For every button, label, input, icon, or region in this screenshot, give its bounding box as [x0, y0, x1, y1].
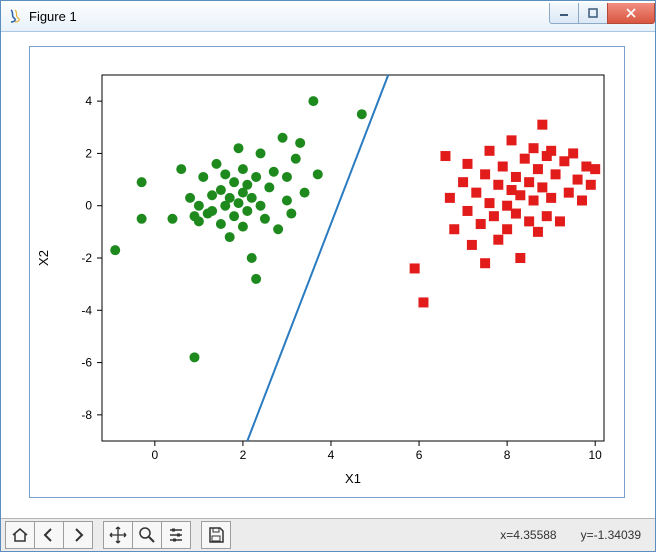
coord-x: x=4.35588: [500, 528, 556, 542]
titlebar: Figure 1: [1, 1, 655, 32]
svg-text:8: 8: [504, 448, 511, 462]
svg-text:-8: -8: [81, 408, 92, 422]
svg-text:2: 2: [240, 448, 247, 462]
svg-text:4: 4: [85, 94, 92, 108]
plot-frame: 0 2 4 6 8 10 -8 -6 -4 -2 0 2 4 X1 X2: [29, 46, 625, 498]
svg-text:-4: -4: [81, 303, 92, 317]
pan-button[interactable]: [103, 521, 133, 549]
save-button[interactable]: [201, 521, 231, 549]
zoom-button[interactable]: [132, 521, 162, 549]
svg-text:4: 4: [328, 448, 335, 462]
svg-text:10: 10: [589, 448, 603, 462]
svg-text:-2: -2: [81, 251, 92, 265]
cursor-coords: x=4.35588 y=-1.34039: [500, 528, 651, 542]
window-buttons: [550, 3, 655, 25]
minimize-button[interactable]: [549, 3, 579, 24]
svg-text:0: 0: [151, 448, 158, 462]
svg-text:6: 6: [416, 448, 423, 462]
app-icon: [7, 8, 23, 24]
svg-text:0: 0: [85, 199, 92, 213]
svg-text:-6: -6: [81, 356, 92, 370]
app-window: Figure 1 0 2 4 6 8 10 -8 -6 -4 -2 0 2 4 X1 X2 x=4.3558…: [0, 0, 656, 552]
window-title: Figure 1: [29, 9, 550, 24]
configure-button[interactable]: [161, 521, 191, 549]
close-button[interactable]: [607, 3, 655, 24]
coord-y: y=-1.34039: [581, 528, 641, 542]
svg-text:X2: X2: [36, 250, 51, 266]
toolbar: x=4.35588 y=-1.34039: [1, 518, 655, 551]
svg-text:2: 2: [85, 146, 92, 160]
forward-button[interactable]: [63, 521, 93, 549]
maximize-button[interactable]: [578, 3, 608, 24]
scatter-plot[interactable]: 0 2 4 6 8 10 -8 -6 -4 -2 0 2 4 X1 X2: [30, 47, 624, 497]
back-button[interactable]: [34, 521, 64, 549]
client-area: 0 2 4 6 8 10 -8 -6 -4 -2 0 2 4 X1 X2: [1, 32, 655, 518]
svg-text:X1: X1: [345, 471, 361, 486]
home-button[interactable]: [5, 521, 35, 549]
